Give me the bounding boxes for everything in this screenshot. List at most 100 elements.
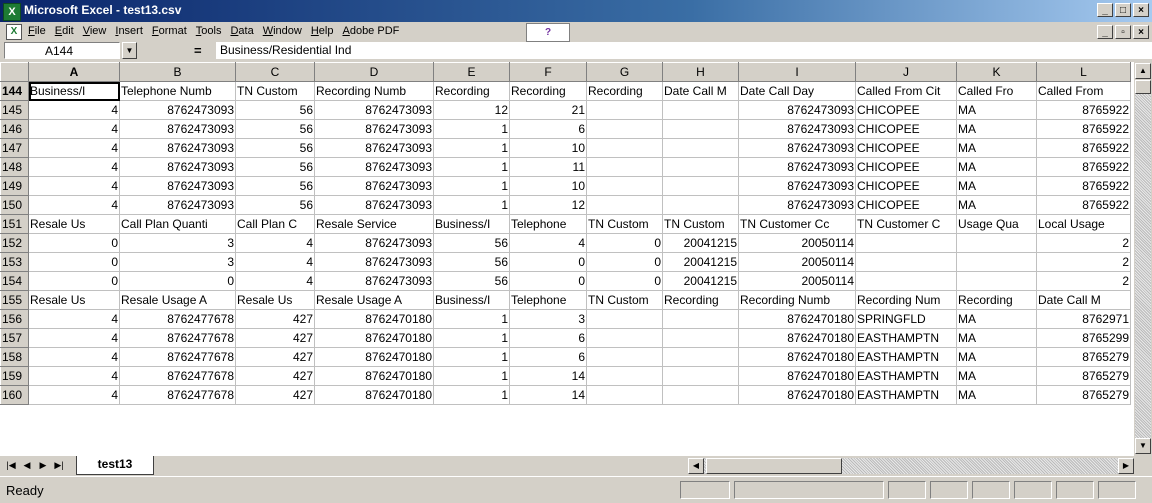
cell[interactable]: 8765922 [1036,138,1131,158]
cell[interactable]: 14 [509,385,587,405]
restore-button[interactable]: □ [1115,3,1131,17]
cell[interactable]: 4 [28,119,120,139]
last-sheet-button[interactable]: ▶| [52,458,66,472]
cell[interactable]: MA [956,385,1037,405]
cell[interactable]: 8762473093 [314,233,434,253]
cell[interactable]: Business/I [433,290,510,310]
name-box[interactable]: A144 [4,42,120,59]
cell[interactable]: Resale Service [314,214,434,234]
scroll-up-button[interactable]: ▲ [1135,63,1151,79]
row-header[interactable]: 154 [0,271,29,291]
cell[interactable]: CHICOPEE [855,100,957,120]
cell[interactable]: 8762473093 [314,252,434,272]
column-header-j[interactable]: J [855,62,957,82]
cell[interactable]: 8765922 [1036,195,1131,215]
cell[interactable]: 8762477678 [119,328,236,348]
cell[interactable]: 8762473093 [738,195,856,215]
cell[interactable]: 8762470180 [314,309,434,329]
cell[interactable]: Telephone [509,290,587,310]
cell[interactable] [662,176,739,196]
cell[interactable]: Resale Us [28,214,120,234]
cell[interactable]: 8762470180 [314,366,434,386]
scroll-right-button[interactable]: ▶ [1118,458,1134,474]
cell[interactable]: MA [956,119,1037,139]
cell[interactable]: EASTHAMPTN [855,366,957,386]
cell[interactable] [855,233,957,253]
column-header-h[interactable]: H [662,62,739,82]
column-header-l[interactable]: L [1036,62,1131,82]
cell[interactable]: 4 [28,195,120,215]
cell[interactable]: 20041215 [662,271,739,291]
cell[interactable]: 427 [235,309,315,329]
cell[interactable]: 4 [28,157,120,177]
cell[interactable]: 0 [586,271,663,291]
cell[interactable] [586,195,663,215]
cell[interactable]: 1 [433,119,510,139]
cell[interactable]: SPRINGFLD [855,309,957,329]
cell[interactable]: 11 [509,157,587,177]
formula-input[interactable]: Business/Residential Ind [216,42,1152,59]
help-question-box[interactable]: ? [526,23,570,42]
cell[interactable] [662,385,739,405]
cell[interactable]: 4 [28,100,120,120]
cell[interactable]: TN Custom [586,290,663,310]
cell[interactable]: 3 [119,233,236,253]
cell[interactable]: 2 [1036,233,1131,253]
menu-edit[interactable]: Edit [55,25,74,37]
cell[interactable]: 8762470180 [314,385,434,405]
cell[interactable]: 4 [509,233,587,253]
cell[interactable]: 8762470180 [738,366,856,386]
column-header-b[interactable]: B [119,62,236,82]
cell[interactable]: 8762470180 [314,347,434,367]
column-header-k[interactable]: K [956,62,1037,82]
cell[interactable]: Recording [956,290,1037,310]
cell[interactable]: EASTHAMPTN [855,347,957,367]
workbook-restore-button[interactable]: ▫ [1115,25,1131,39]
cell[interactable]: 427 [235,347,315,367]
cell[interactable]: 4 [235,271,315,291]
cell[interactable] [956,271,1037,291]
row-header[interactable]: 144 [0,81,29,101]
cell[interactable]: Call Plan C [235,214,315,234]
next-sheet-button[interactable]: ▶ [36,458,50,472]
cell[interactable]: MA [956,100,1037,120]
cell[interactable]: 56 [235,138,315,158]
cell[interactable]: 1 [433,309,510,329]
cell[interactable]: TN Custom [235,81,315,101]
cell[interactable]: 0 [509,252,587,272]
cell[interactable]: 4 [28,176,120,196]
row-header[interactable]: 149 [0,176,29,196]
menu-insert[interactable]: Insert [115,25,143,37]
cell[interactable]: Recording [662,290,739,310]
cell[interactable] [662,100,739,120]
cell[interactable]: 8762473093 [738,157,856,177]
prev-sheet-button[interactable]: ◀ [20,458,34,472]
cell[interactable] [586,328,663,348]
cell[interactable]: 12 [509,195,587,215]
cell[interactable]: 0 [586,233,663,253]
cell[interactable]: 8765279 [1036,366,1131,386]
cell[interactable]: 8762473093 [119,138,236,158]
cell[interactable]: 12 [433,100,510,120]
cell[interactable]: 8765922 [1036,119,1131,139]
vertical-scroll-thumb[interactable] [1135,80,1151,94]
cell[interactable]: 8765299 [1036,328,1131,348]
cell[interactable]: 8762477678 [119,347,236,367]
menu-data[interactable]: Data [230,25,253,37]
cell[interactable] [586,176,663,196]
cell[interactable]: 20050114 [738,252,856,272]
row-header[interactable]: 147 [0,138,29,158]
cell[interactable] [586,157,663,177]
cell[interactable] [586,309,663,329]
cell[interactable] [662,366,739,386]
cell[interactable]: 8762473093 [314,119,434,139]
cell[interactable]: 1 [433,347,510,367]
row-header[interactable]: 156 [0,309,29,329]
cell[interactable]: Date Call M [1036,290,1131,310]
cell[interactable]: 4 [28,366,120,386]
select-all-corner[interactable] [0,62,29,82]
cell[interactable] [662,119,739,139]
cell[interactable]: 4 [28,385,120,405]
workbook-minimize-button[interactable]: _ [1097,25,1113,39]
scroll-left-button[interactable]: ◀ [688,458,704,474]
